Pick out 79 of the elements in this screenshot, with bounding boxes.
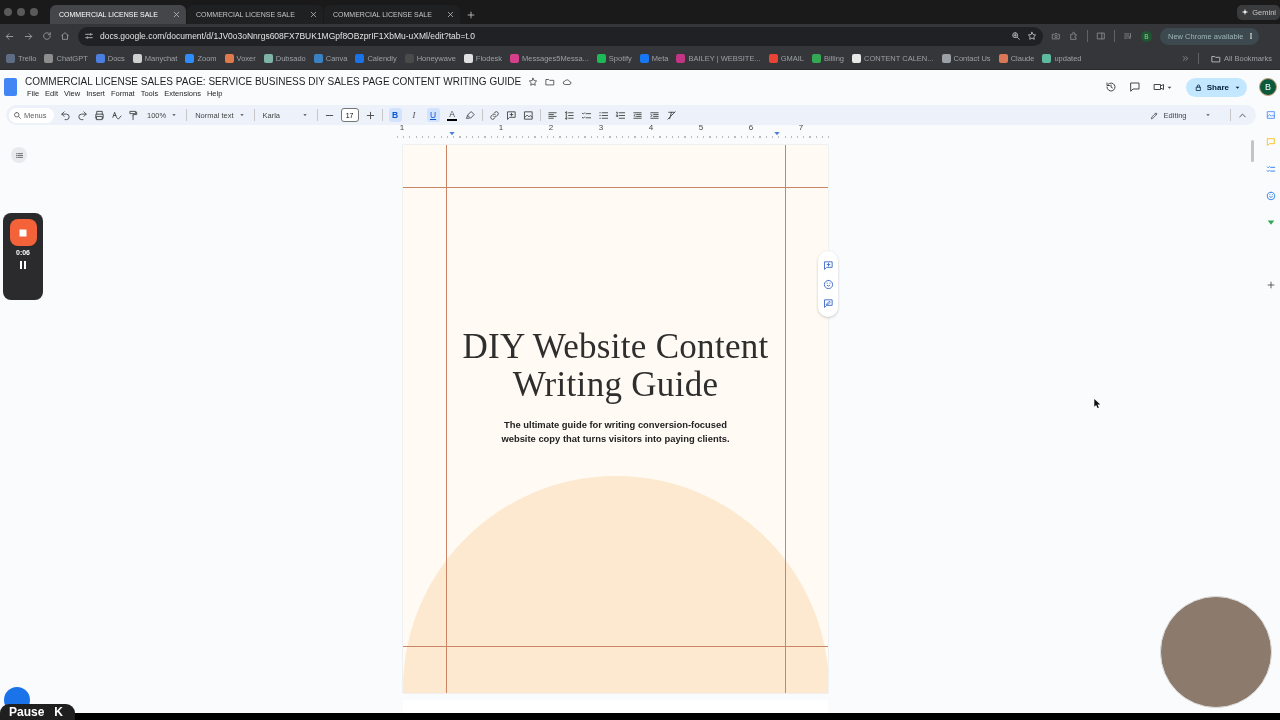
media-icon[interactable] <box>1123 31 1133 41</box>
text-color-button[interactable]: A <box>445 108 459 122</box>
reload-icon[interactable] <box>42 31 52 41</box>
folder-icon[interactable] <box>545 76 556 87</box>
indent-marker-icon[interactable] <box>773 130 781 138</box>
close-icon[interactable] <box>309 10 318 19</box>
shortcut-key: K <box>54 705 64 719</box>
page-subheading: The ultimate guide for writing conversion-focused website copy that turns visitors into paying clients. <box>500 418 731 446</box>
close-icon[interactable] <box>172 10 181 19</box>
decrease-indent-icon[interactable] <box>631 109 643 121</box>
bulleted-list-icon[interactable] <box>597 109 609 121</box>
cloud-icon[interactable] <box>562 76 573 87</box>
ruler-number: 3 <box>598 123 604 132</box>
bold-button[interactable]: B <box>388 108 402 122</box>
home-icon[interactable] <box>60 31 70 41</box>
add-comment-icon[interactable] <box>822 259 834 271</box>
address-bar[interactable]: docs.google.com/document/d/1JV0o3oNnrgs608FX7BUK1MGpf8OBzprIF1XbMu-uXMl/edit?tab=t.0 <box>78 26 1043 46</box>
close-icon[interactable] <box>446 10 455 19</box>
undo-icon[interactable] <box>60 109 71 121</box>
pencil-icon <box>1149 110 1159 120</box>
checklist-icon[interactable] <box>580 109 592 121</box>
share-button[interactable]: Share <box>1185 77 1247 97</box>
lock-icon <box>1193 82 1203 92</box>
ruler-number: 1 <box>498 123 504 132</box>
clear-formatting-icon[interactable] <box>665 109 677 121</box>
video-call-icon[interactable] <box>1152 81 1165 93</box>
italic-button[interactable]: I <box>407 108 421 122</box>
underline-button[interactable]: U <box>426 108 440 122</box>
ruler-number: 2 <box>548 123 554 132</box>
side-panel-icon[interactable] <box>1096 31 1106 41</box>
site-info-icon[interactable] <box>84 31 94 41</box>
suggest-edit-icon[interactable] <box>822 297 834 309</box>
pause-icon <box>17 259 29 271</box>
new-tab-button[interactable] <box>466 10 476 20</box>
numbered-list-icon[interactable] <box>614 109 626 121</box>
star-icon[interactable] <box>528 76 539 87</box>
align-left-icon[interactable] <box>546 109 558 121</box>
plus-icon[interactable] <box>364 109 376 121</box>
ruler-number: 4 <box>648 123 654 132</box>
account-avatar[interactable]: B <box>1259 78 1277 96</box>
ruler-number: 7 <box>798 123 804 132</box>
url-text: docs.google.com/document/d/1JV0o3oNnrgs608FX7BUK1MGpf8OBzprIF1XbMu-uXMl/edit?tab=t.0 <box>100 31 476 41</box>
add-comment-icon[interactable] <box>505 109 517 121</box>
spellcheck-icon[interactable] <box>111 109 122 121</box>
page-heading: DIY Website Content Writing Guide <box>461 328 770 404</box>
camera-icon[interactable] <box>1051 31 1061 41</box>
folder-icon <box>1211 53 1222 64</box>
ruler-number: 5 <box>698 123 704 132</box>
search-icon <box>13 110 22 120</box>
highlighter-icon[interactable] <box>464 109 476 121</box>
pause-button[interactable] <box>17 259 29 271</box>
redo-icon[interactable] <box>77 109 88 121</box>
indent-marker-icon[interactable] <box>448 130 456 138</box>
list-icon <box>14 150 24 160</box>
document-title[interactable]: COMMERCIAL LICENSE SALES PAGE: SERVICE BUSINESS DIY SALES PAGE CONTENT WRITING GUIDE <box>25 76 522 87</box>
forward-icon[interactable] <box>23 30 34 42</box>
tasks-icon[interactable] <box>1266 164 1276 174</box>
more-bookmarks-icon[interactable] <box>1181 54 1191 63</box>
line-spacing-icon[interactable] <box>563 109 575 121</box>
emoji-icon[interactable] <box>822 278 834 290</box>
image-icon[interactable] <box>522 109 534 121</box>
print-icon[interactable] <box>94 109 105 121</box>
ruler-number: 6 <box>748 123 754 132</box>
paint-format-icon[interactable] <box>128 109 139 121</box>
back-icon[interactable] <box>4 30 15 42</box>
tooltip-label: Pause <box>9 705 45 719</box>
bookmark-star-icon[interactable] <box>1027 31 1037 41</box>
extensions-icon[interactable] <box>1069 31 1079 41</box>
ruler-number: 1 <box>399 123 405 132</box>
plus-icon <box>466 10 476 20</box>
history-icon[interactable] <box>1104 81 1117 93</box>
increase-indent-icon[interactable] <box>648 109 660 121</box>
stop-recording-button[interactable] <box>9 219 37 246</box>
zoom-icon[interactable] <box>1011 31 1021 41</box>
comment-icon[interactable] <box>1128 81 1141 93</box>
plus-icon[interactable] <box>1266 280 1276 290</box>
outline-button[interactable] <box>11 147 27 163</box>
scrollbar-thumb[interactable] <box>1251 140 1254 162</box>
link-icon[interactable] <box>488 109 500 121</box>
